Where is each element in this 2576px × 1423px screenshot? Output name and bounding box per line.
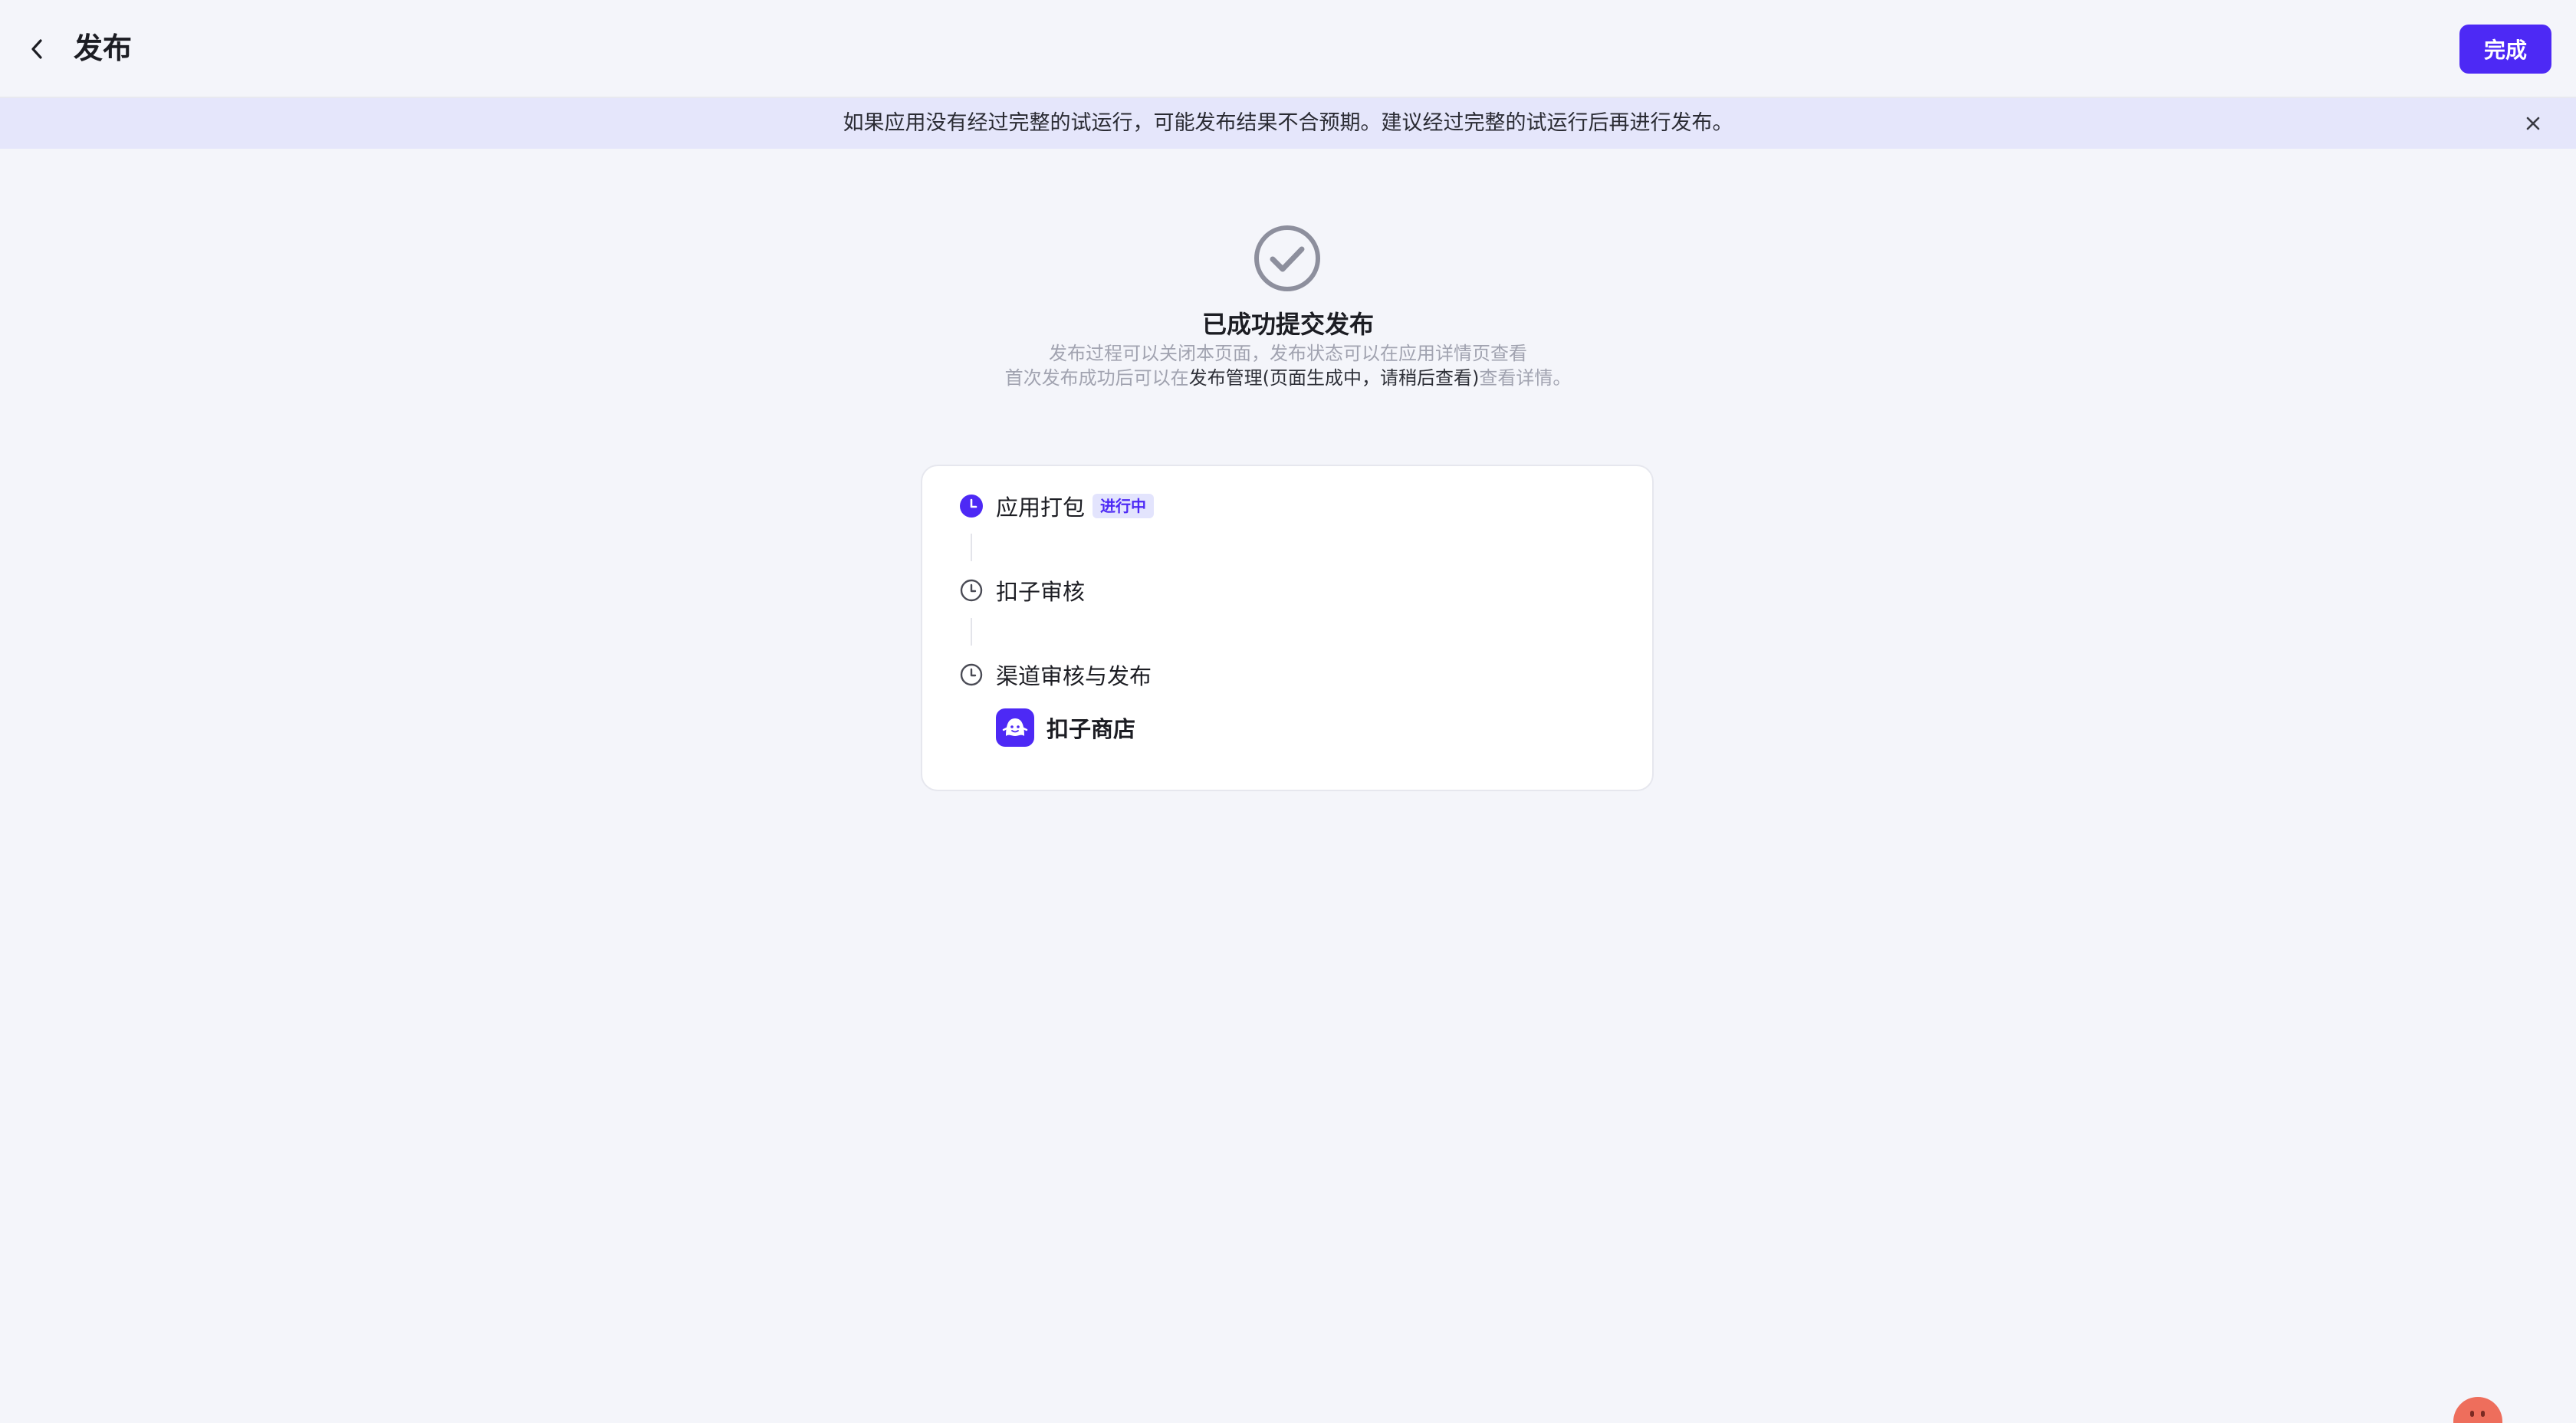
step-label: 应用打包: [996, 495, 1086, 521]
step-app-packaging: 应用打包 进行中: [959, 489, 1155, 523]
page-header: 发布 完成: [0, 0, 2576, 98]
assistant-avatar[interactable]: [2453, 1397, 2502, 1423]
clock-icon: [959, 578, 984, 603]
back-button[interactable]: [21, 31, 52, 67]
chevron-left-icon: [31, 39, 42, 59]
success-hint: 首次发布成功后可以在发布管理(页面生成中，请稍后查看)查看详情。: [0, 365, 2576, 391]
step-label: 扣子审核: [996, 579, 1086, 605]
step-connector: [971, 618, 972, 646]
success-title: 已成功提交发布: [1201, 310, 1374, 339]
step-coze-review: 扣子审核: [959, 573, 1085, 607]
step-connector: [971, 534, 972, 561]
clock-icon: [959, 662, 984, 687]
assistant-eye: [2481, 1411, 2485, 1417]
assistant-eye: [2470, 1411, 2474, 1417]
coze-store-logo-icon: [996, 708, 1034, 747]
banner-text: 如果应用没有经过完整的试运行，可能发布结果不合预期。建议经过完整的试运行后再进行…: [843, 111, 1733, 135]
publish-progress-card: 应用打包 进行中 扣子审核 渠道审核与发布 扣子商店: [921, 465, 1654, 791]
close-icon: [2526, 117, 2540, 130]
clock-filled-icon: [959, 494, 984, 518]
page-title: 发布: [74, 31, 133, 65]
channel-coze-store[interactable]: 扣子商店: [996, 708, 1135, 747]
hint-prefix: 首次发布成功后可以在: [1004, 367, 1189, 389]
check-circle-icon: [1254, 225, 1320, 291]
channel-name: 扣子商店: [1046, 716, 1136, 742]
step-channel-publish: 渠道审核与发布: [959, 658, 1152, 692]
banner-close-button[interactable]: [2521, 111, 2545, 136]
status-badge: 进行中: [1092, 494, 1155, 518]
step-label: 渠道审核与发布: [996, 663, 1152, 689]
warning-banner: 如果应用没有经过完整的试运行，可能发布结果不合预期。建议经过完整的试运行后再进行…: [0, 98, 2576, 149]
success-description: 发布过程可以关闭本页面，发布状态可以在应用详情页查看: [1049, 343, 1527, 364]
hint-highlight: 发布管理(页面生成中，请稍后查看): [1188, 367, 1480, 389]
view-details-link[interactable]: 查看详情。: [1479, 367, 1571, 389]
done-button[interactable]: 完成: [2459, 25, 2551, 74]
